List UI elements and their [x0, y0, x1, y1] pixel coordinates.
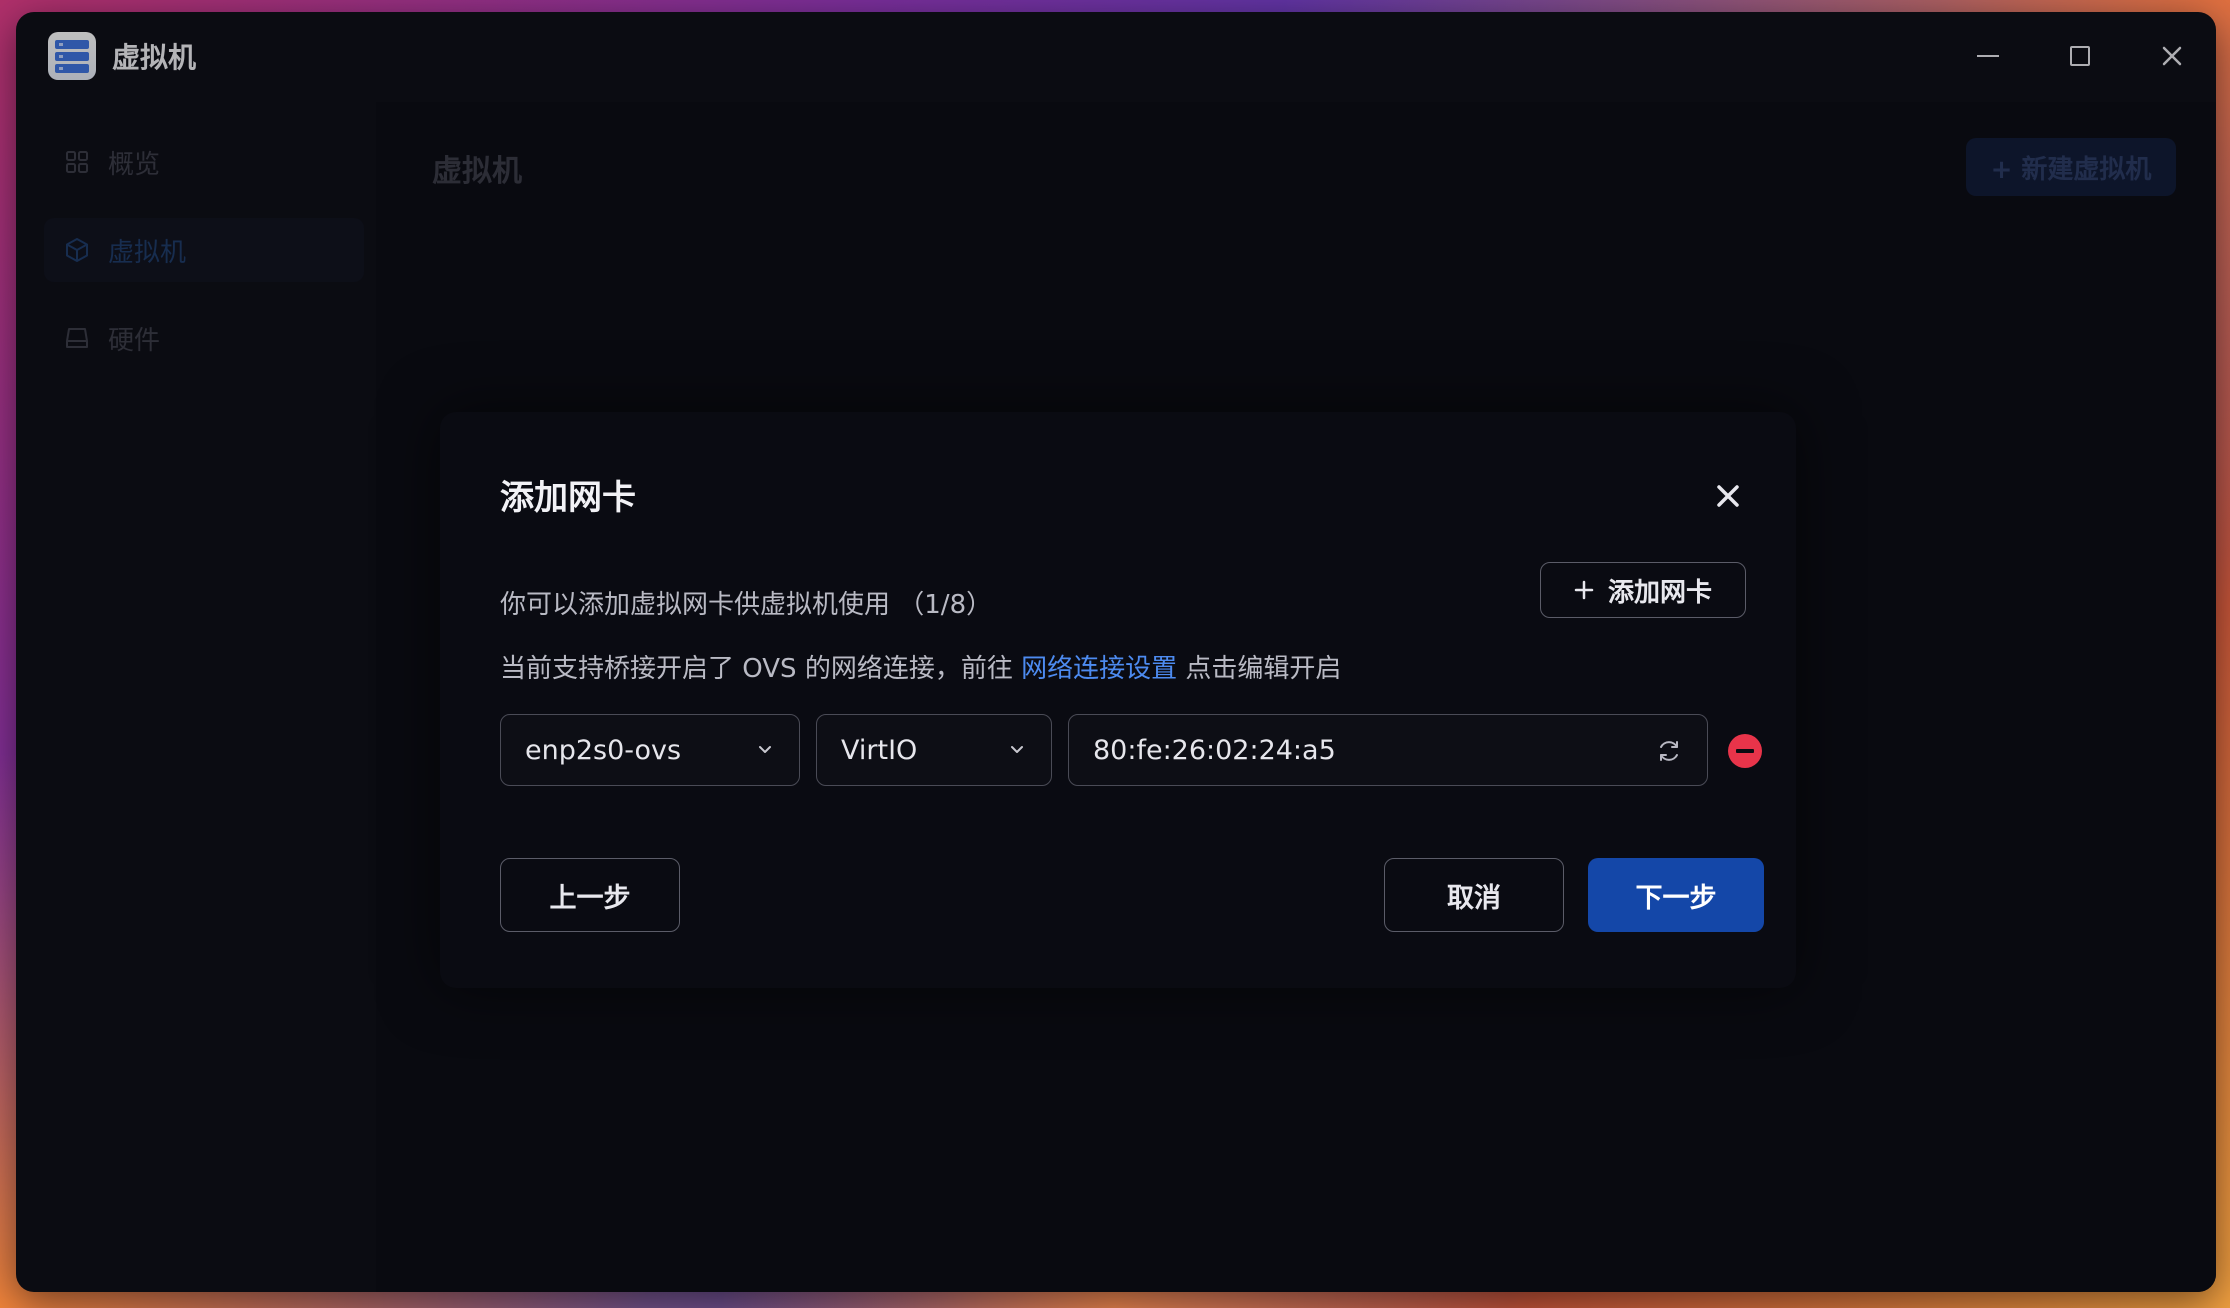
mac-address-value: 80:fe:26:02:24:a5: [1093, 734, 1336, 766]
add-nic-button[interactable]: 添加网卡: [1540, 562, 1746, 618]
hint-suffix: 点击编辑开启: [1177, 654, 1342, 684]
nic-model-select[interactable]: VirtIO: [816, 714, 1052, 786]
refresh-icon[interactable]: [1655, 737, 1683, 765]
add-nic-label: 添加网卡: [1607, 577, 1712, 608]
minus-icon: [1736, 749, 1754, 753]
next-step-button[interactable]: 下一步: [1588, 858, 1764, 932]
dialog-hint: 当前支持桥接开启了 OVS 的网络连接，前往 网络连接设置 点击编辑开启: [500, 648, 1341, 685]
add-nic-dialog: 添加网卡 你可以添加虚拟网卡供虚拟机使用 （1/8） 添加网卡 当前支持桥接开启…: [440, 412, 1796, 988]
prev-step-button[interactable]: 上一步: [500, 858, 680, 932]
network-settings-link[interactable]: 网络连接设置: [1021, 654, 1177, 684]
network-select[interactable]: enp2s0-ovs: [500, 714, 800, 786]
close-icon: [1717, 485, 1739, 507]
dialog-description: 你可以添加虚拟网卡供虚拟机使用 （1/8）: [500, 590, 993, 620]
remove-nic-button[interactable]: [1728, 734, 1762, 768]
app-window: 虚拟机 概览 虚拟机 硬件 虚拟机 + 新建虚拟机 添加网卡 你可以添加虚拟网卡…: [16, 12, 2216, 1292]
dialog-close-button[interactable]: [1710, 478, 1746, 514]
nic-model-value: VirtIO: [841, 734, 918, 766]
dialog-title: 添加网卡: [500, 478, 636, 518]
mac-address-input[interactable]: 80:fe:26:02:24:a5: [1068, 714, 1708, 786]
cancel-button[interactable]: 取消: [1384, 858, 1564, 932]
chevron-down-icon: [759, 746, 771, 753]
chevron-down-icon: [1011, 746, 1023, 753]
hint-prefix: 当前支持桥接开启了 OVS 的网络连接，前往: [500, 654, 1022, 684]
plus-icon: [1574, 580, 1594, 600]
network-select-value: enp2s0-ovs: [525, 734, 682, 766]
